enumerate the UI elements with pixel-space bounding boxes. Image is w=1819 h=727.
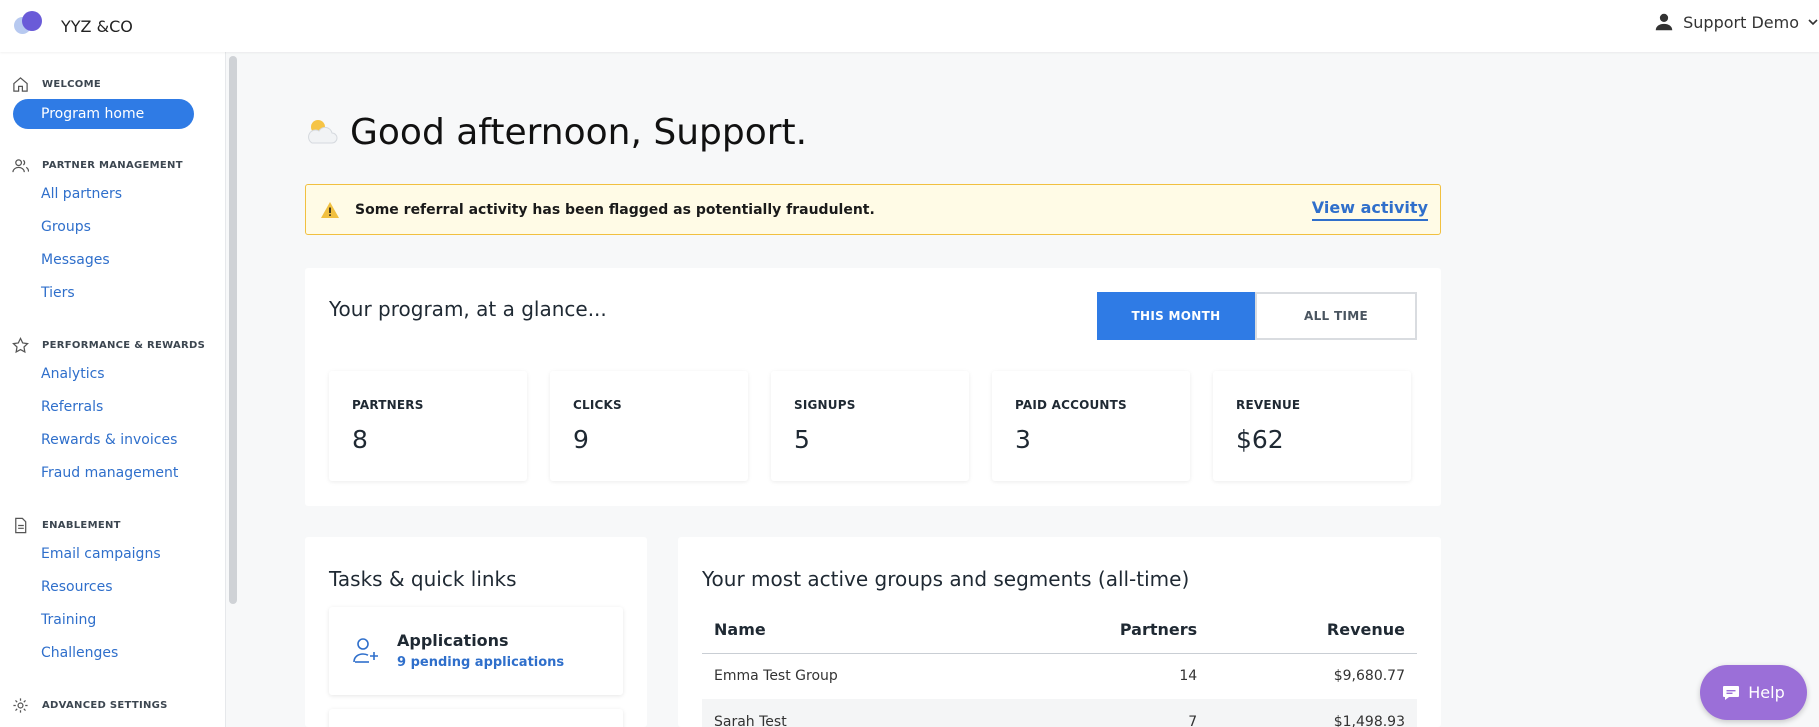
logo[interactable] [14,11,44,37]
sidebar-item-challenges[interactable]: Challenges [41,645,118,661]
sidebar-section-enablement: ENABLEMENT [12,517,121,534]
column-revenue[interactable]: Revenue [1209,607,1417,654]
help-label: Help [1748,683,1785,702]
sidebar-item-groups[interactable]: Groups [41,219,91,235]
sidebar-item-rewards-invoices[interactable]: Rewards & invoices [41,432,177,448]
all-time-button[interactable]: ALL TIME [1255,292,1417,340]
sidebar-section-partner-management: PARTNER MANAGEMENT [12,157,183,174]
chevron-down-icon [1808,19,1818,26]
sidebar-item-messages[interactable]: Messages [41,252,110,268]
sidebar-section-welcome: WELCOME [12,76,101,93]
sidebar-item-email-campaigns[interactable]: Email campaigns [41,546,161,562]
column-name[interactable]: Name [702,607,1003,654]
task-card[interactable] [329,709,623,727]
sidebar-item-fraud-management[interactable]: Fraud management [41,465,178,481]
stat-partners: PARTNERS 8 [329,371,527,481]
top-bar: YYZ &CO Support Demo [0,0,1819,52]
column-partners[interactable]: Partners [1002,607,1210,654]
tasks-title: Tasks & quick links [329,567,517,591]
this-month-button[interactable]: THIS MONTH [1097,292,1255,340]
sidebar-item-all-partners[interactable]: All partners [41,186,122,202]
help-button[interactable]: Help [1700,665,1807,720]
sidebar-item-training[interactable]: Training [41,612,96,628]
home-icon [13,77,28,92]
stats-row: PARTNERS 8 CLICKS 9 SIGNUPS 5 PAID ACCOU… [329,371,1441,481]
user-name: Support Demo [1683,12,1799,32]
brand-name: YYZ &CO [61,17,133,36]
fraud-alert-banner: Some referral activity has been flagged … [305,184,1441,235]
add-user-icon [353,638,378,663]
greeting-text: Good afternoon, Support. [350,112,808,153]
sidebar-item-resources[interactable]: Resources [41,579,113,595]
active-groups-card: Your most active groups and segments (al… [678,537,1441,727]
gear-icon [13,698,28,713]
tasks-card: Tasks & quick links Applications 9 pendi… [305,537,647,727]
users-icon [12,159,29,173]
document-icon [15,517,27,534]
sidebar-scrollbar[interactable] [229,56,237,604]
groups-title: Your most active groups and segments (al… [702,567,1190,591]
user-icon [1655,13,1673,31]
greeting: Good afternoon, Support. [304,112,807,153]
table-header-row: Name Partners Revenue [702,607,1417,654]
alert-text: Some referral activity has been flagged … [355,202,875,218]
time-range-toggle: THIS MONTH ALL TIME [1097,292,1417,340]
view-activity-link[interactable]: View activity [1311,198,1428,221]
group-partners: 7 [1002,699,1210,727]
glance-title: Your program, at a glance... [329,297,607,321]
stat-revenue: REVENUE $62 [1213,371,1411,481]
sidebar-item-referrals[interactable]: Referrals [41,399,103,415]
pending-applications-link[interactable]: 9 pending applications [397,655,564,670]
table-row[interactable]: Sarah Test 7 $1,498.93 [702,699,1417,727]
group-name: Sarah Test [702,699,1003,727]
stat-signups: SIGNUPS 5 [771,371,969,481]
sidebar-section-advanced-settings[interactable]: ADVANCED SETTINGS [12,697,168,714]
chat-icon [1723,685,1740,700]
sidebar-section-performance: PERFORMANCE & REWARDS [12,337,205,354]
sidebar-item-tiers[interactable]: Tiers [41,285,75,301]
user-menu[interactable]: Support Demo [1653,11,1819,33]
warning-icon [321,202,339,218]
task-name: Applications [397,631,509,650]
applications-task[interactable]: Applications 9 pending applications [329,607,623,695]
table-row[interactable]: Emma Test Group 14 $9,680.77 [702,653,1417,699]
program-glance-card: Your program, at a glance... THIS MONTH … [305,268,1441,506]
sidebar: WELCOME Program home PARTNER MANAGEMENT … [0,52,226,727]
group-name: Emma Test Group [714,668,838,685]
sidebar-item-analytics[interactable]: Analytics [41,366,105,382]
groups-table: Name Partners Revenue Emma Test Group 14… [702,607,1417,727]
group-revenue: $9,680.77 [1333,668,1405,685]
partly-cloudy-icon [308,119,338,143]
stat-paid-accounts: PAID ACCOUNTS 3 [992,371,1190,481]
group-revenue: $1,498.93 [1209,699,1417,727]
star-icon [12,337,29,354]
sidebar-item-program-home[interactable]: Program home [13,99,194,129]
stat-clicks: CLICKS 9 [550,371,748,481]
group-partners: 14 [1179,668,1198,685]
